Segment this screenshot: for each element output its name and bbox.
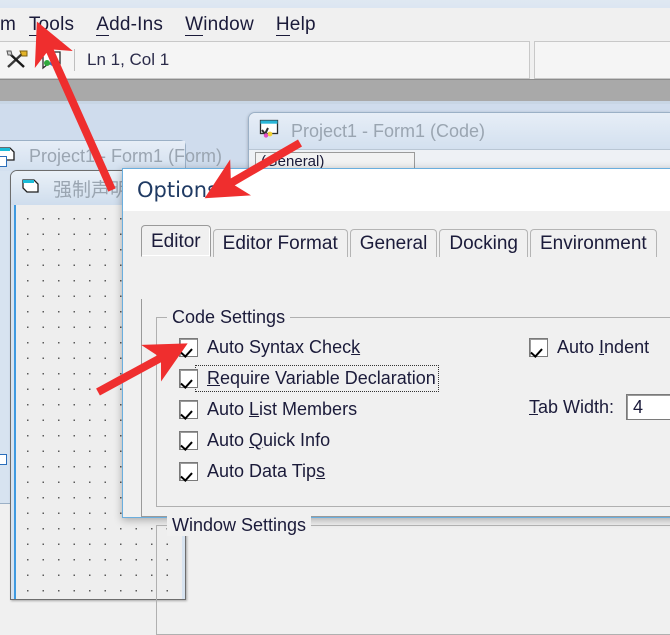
form-window-titlebar[interactable]: Project1 - Form1 (Form): [0, 141, 222, 171]
ide-divider-band: [0, 79, 670, 103]
options-dialog[interactable]: Options Editor Editor Format General Doc…: [122, 168, 670, 635]
tab-docking[interactable]: Docking: [439, 229, 528, 257]
code-window-icon: [259, 119, 281, 144]
label-auto-indent: Auto Indent: [557, 337, 650, 357]
code-window-title: Project1 - Form1 (Code): [291, 120, 486, 141]
checkbox-row-auto-quick-info[interactable]: Auto Quick Info: [179, 427, 436, 454]
tab-editor-format[interactable]: Editor Format: [212, 229, 348, 257]
form-window-title: Project1 - Form1 (Form): [29, 145, 223, 166]
tab-page-editor: Code Settings Auto Syntax Check Require …: [141, 299, 670, 635]
menu-item-clipped[interactable]: m: [0, 14, 18, 36]
options-dialog-title: Options: [137, 178, 219, 202]
label-auto-list-members: Auto List Members: [207, 399, 358, 419]
checkbox-row-require-variable-declaration[interactable]: Require Variable Declaration: [179, 365, 439, 392]
cursor-position-label: Ln 1, Col 1: [87, 50, 170, 69]
label-require-variable-declaration: Require Variable Declaration: [195, 365, 439, 392]
checkbox-auto-indent[interactable]: [529, 338, 548, 357]
tab-environment[interactable]: Environment: [530, 229, 657, 257]
code-settings-right-column: Auto Indent: [529, 334, 649, 365]
menu-item-add-ins[interactable]: Add-Ins: [85, 13, 174, 36]
window-settings-legend: Window Settings: [167, 515, 312, 536]
label-auto-quick-info: Auto Quick Info: [207, 430, 331, 450]
toolbar-panel-right: [534, 41, 670, 79]
options-dialog-body: Editor Editor Format General Docking Env…: [123, 211, 670, 635]
toolbar-row: Ln 1, Col 1: [0, 41, 670, 79]
checkbox-row-auto-indent[interactable]: Auto Indent: [529, 334, 649, 361]
label-tab-width: Tab Width:: [529, 396, 615, 417]
ide-root: m Tools Add-Ins Window Help Ln 1, Col 1 …: [0, 0, 670, 635]
tab-width-input[interactable]: 4: [626, 394, 670, 420]
tab-editor[interactable]: Editor: [141, 225, 211, 257]
options-tab-strip: Editor Editor Format General Docking Env…: [141, 225, 670, 257]
hammer-wrench-icon[interactable]: [0, 45, 34, 75]
menu-bar: m Tools Add-Ins Window Help: [0, 8, 670, 41]
window-settings-group: Window Settings: [156, 515, 670, 635]
label-auto-syntax-check: Auto Syntax Check: [207, 337, 361, 357]
form-designer-title: 强制声明: [53, 178, 130, 201]
menu-item-window[interactable]: Window: [174, 13, 265, 36]
code-settings-group: Code Settings Auto Syntax Check Require …: [156, 307, 670, 507]
checkbox-require-variable-declaration[interactable]: [179, 369, 198, 388]
menu-item-help[interactable]: Help: [265, 13, 327, 36]
toolbar-panel-left: Ln 1, Col 1: [0, 41, 530, 79]
label-auto-data-tips: Auto Data Tips: [207, 461, 326, 481]
code-settings-left-column: Auto Syntax Check Require Variable Decla…: [179, 334, 439, 489]
color-palette-icon[interactable]: [34, 45, 68, 75]
options-dialog-titlebar[interactable]: Options: [123, 169, 670, 211]
menu-item-tools[interactable]: Tools: [18, 13, 85, 36]
toolbar-separator: [74, 49, 75, 71]
tab-width-row: Tab Width: 4: [529, 394, 670, 420]
checkbox-row-auto-data-tips[interactable]: Auto Data Tips: [179, 458, 436, 485]
checkbox-row-auto-syntax-check[interactable]: Auto Syntax Check: [179, 334, 436, 361]
tab-general[interactable]: General: [349, 229, 438, 257]
checkbox-row-auto-list-members[interactable]: Auto List Members: [179, 396, 436, 423]
form-icon: [21, 176, 43, 201]
code-window[interactable]: Project1 - Form1 (Code) (General): [248, 112, 670, 174]
code-window-titlebar[interactable]: Project1 - Form1 (Code): [249, 113, 670, 149]
checkbox-auto-quick-info[interactable]: [179, 431, 198, 450]
code-settings-legend: Code Settings: [167, 307, 291, 328]
resize-handle-left-top[interactable]: [0, 156, 7, 167]
checkbox-auto-data-tips[interactable]: [179, 462, 198, 481]
checkbox-auto-list-members[interactable]: [179, 400, 198, 419]
checkbox-auto-syntax-check[interactable]: [179, 338, 198, 357]
resize-handle-left-bottom[interactable]: [0, 454, 7, 465]
